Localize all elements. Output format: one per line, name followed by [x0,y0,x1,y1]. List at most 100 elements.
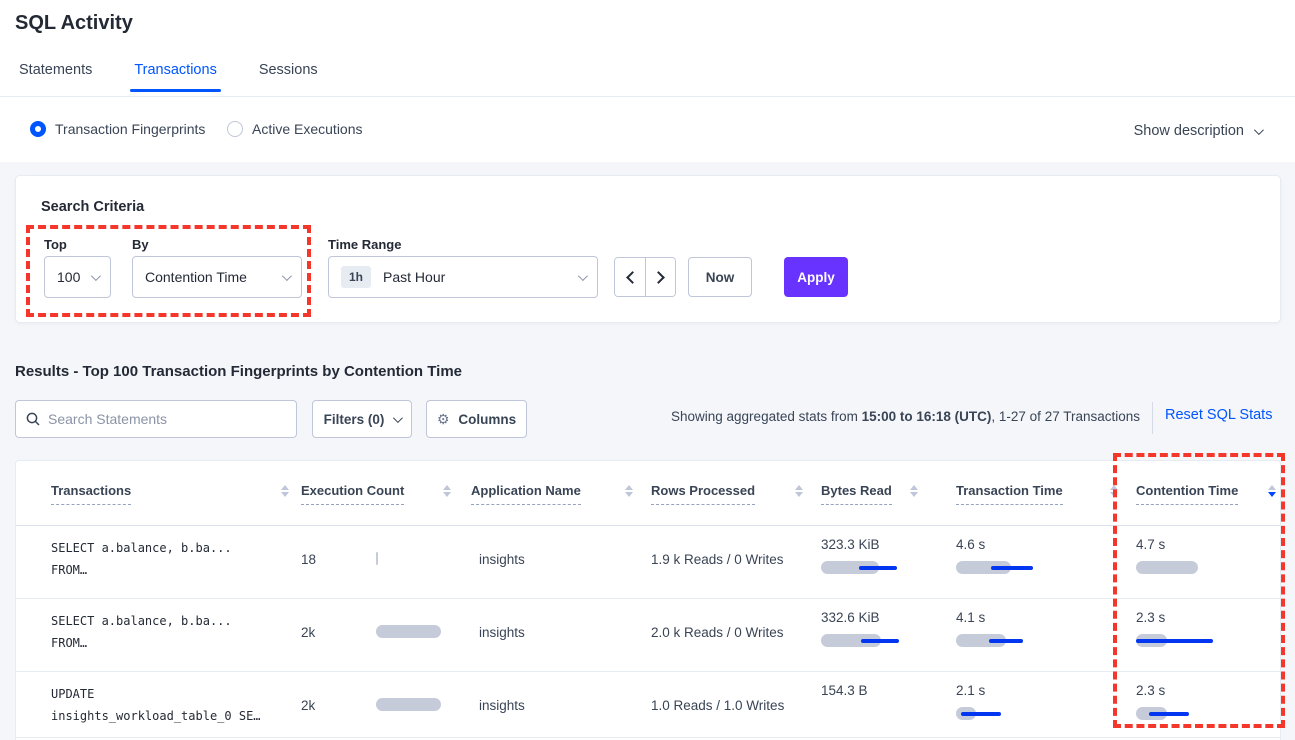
contention-time-cell: 4.7 s [1136,537,1218,575]
tab-bar: Statements Transactions Sessions [15,62,322,92]
column-header-bytes-read[interactable]: Bytes Read [821,483,918,505]
radio-unselected-icon [227,121,243,137]
top-select-value: 100 [57,269,91,285]
sort-icon [795,485,803,497]
show-description-toggle[interactable]: Show description [1134,123,1261,139]
apply-button[interactable]: Apply [784,257,848,297]
bytes-read-mean-line [859,566,897,570]
radio-transaction-fingerprints[interactable]: Transaction Fingerprints [30,121,205,137]
columns-button[interactable]: ⚙ Columns [426,400,527,438]
by-label: By [132,237,149,252]
table-row[interactable]: SELECT a.balance, b.ba...FROM… 2k insigh… [16,599,1280,672]
now-button[interactable]: Now [688,257,752,297]
sort-icon [281,485,289,497]
column-header-application-name[interactable]: Application Name [471,483,633,505]
columns-label: Columns [458,412,516,427]
rows-processed-cell: 2.0 k Reads / 0 Writes [651,599,784,665]
stats-summary: Showing aggregated stats from 15:00 to 1… [600,409,1140,424]
radio-label: Active Executions [252,121,363,137]
column-header-transactions[interactable]: Transactions [51,483,289,505]
column-header-rows-processed[interactable]: Rows Processed [651,483,803,505]
time-next-button[interactable] [645,258,675,296]
chevron-down-icon [1254,125,1264,135]
search-criteria-card: Search Criteria Top 100 By Contention Ti… [15,175,1281,323]
radio-active-executions[interactable]: Active Executions [227,121,363,137]
transaction-time-mean-line [961,712,1001,716]
sort-icon [625,485,633,497]
time-nav-group [614,257,676,297]
filters-button[interactable]: Filters (0) [312,400,412,438]
contention-time-bar [1136,561,1198,574]
contention-time-cell: 2.3 s [1136,683,1218,721]
search-statements-input[interactable] [48,411,286,427]
radio-label: Transaction Fingerprints [55,121,205,137]
sort-desc-icon [1268,485,1276,497]
tab-statements[interactable]: Statements [15,62,96,92]
top-label: Top [44,237,67,252]
contention-time-cell: 2.3 s [1136,610,1218,648]
sql-activity-page: SQL Activity Statements Transactions Ses… [0,0,1295,740]
application-name-cell: insights [479,526,525,592]
transaction-fingerprint-link[interactable]: SELECT a.balance, b.ba...FROM… [51,610,232,654]
chevron-down-icon [91,271,101,281]
reset-sql-stats-link[interactable]: Reset SQL Stats [1165,407,1272,423]
sort-icon [443,485,451,497]
chevron-down-icon [282,271,292,281]
time-prev-button[interactable] [615,258,645,296]
transaction-time-mean-line [989,639,1023,643]
show-description-label: Show description [1134,123,1244,139]
tab-transactions[interactable]: Transactions [130,62,220,92]
top-select[interactable]: 100 [44,256,111,298]
search-statements-box [15,400,297,438]
transaction-fingerprint-link[interactable]: UPDATEinsights_workload_table_0 SE… [51,683,261,727]
bytes-read-cell: 323.3 KiB [821,537,903,575]
application-name-cell: insights [479,672,525,738]
chevron-right-icon [652,271,665,284]
search-icon [26,412,40,426]
time-range-value: Past Hour [383,269,578,285]
time-range-badge: 1h [341,266,371,288]
column-header-execution-count[interactable]: Execution Count [301,483,451,505]
bytes-read-cell: 332.6 KiB [821,610,903,648]
sort-icon [1110,485,1118,497]
transaction-time-cell: 4.1 s [956,610,1038,648]
column-header-contention-time[interactable]: Contention Time [1136,483,1276,505]
results-heading: Results - Top 100 Transaction Fingerprin… [15,363,462,380]
table-header-row: Transactions Execution Count Application… [16,461,1280,526]
search-criteria-heading: Search Criteria [41,199,144,215]
sort-icon [910,485,918,497]
transactions-table: Transactions Execution Count Application… [15,460,1281,740]
transaction-time-mean-line [991,566,1033,570]
column-header-transaction-time[interactable]: Transaction Time [956,483,1118,505]
execution-count-bar [376,552,378,565]
table-row[interactable]: SELECT a.balance, b.ba...FROM… 18 insigh… [16,526,1280,599]
execution-count-bar [376,625,441,638]
radio-selected-icon [30,121,46,137]
filters-label: Filters (0) [324,412,385,427]
rows-processed-cell: 1.0 Reads / 1.0 Writes [651,672,784,738]
time-range-label: Time Range [328,237,401,252]
gear-icon: ⚙ [437,411,450,428]
transaction-time-cell: 4.6 s [956,537,1038,575]
view-toggle-row: Transaction Fingerprints Active Executio… [0,97,1295,162]
application-name-cell: insights [479,599,525,665]
rows-processed-cell: 1.9 k Reads / 0 Writes [651,526,784,592]
table-row[interactable]: UPDATEinsights_workload_table_0 SE… 2k i… [16,672,1280,738]
bytes-read-mean-line [861,639,899,643]
contention-time-mean-line [1136,639,1213,643]
execution-count-cell: 2k [301,599,458,665]
transaction-fingerprint-link[interactable]: SELECT a.balance, b.ba...FROM… [51,537,232,581]
transaction-time-cell: 2.1 s [956,683,1038,721]
chevron-down-icon [393,413,403,423]
by-select[interactable]: Contention Time [132,256,302,298]
contention-time-mean-line [1149,712,1189,716]
tab-sessions[interactable]: Sessions [255,62,322,92]
chevron-left-icon [626,271,639,284]
time-range-select[interactable]: 1h Past Hour [328,256,598,298]
execution-count-cell: 2k [301,672,458,738]
bytes-read-cell: 154.3 B [821,683,903,721]
execution-count-bar [376,698,441,711]
chevron-down-icon [578,271,588,281]
execution-count-cell: 18 [301,526,458,592]
by-select-value: Contention Time [145,269,282,285]
